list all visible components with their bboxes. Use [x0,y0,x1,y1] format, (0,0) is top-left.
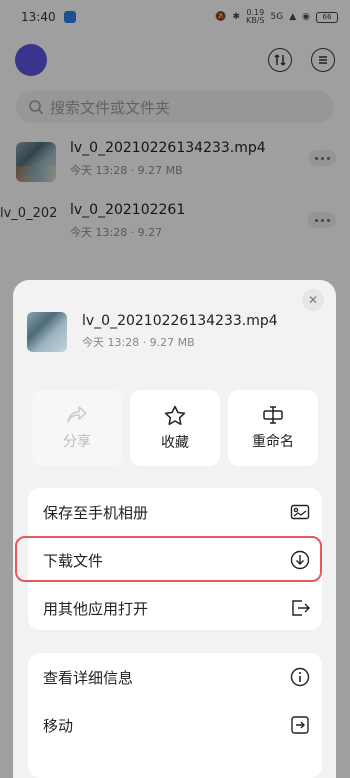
move-item[interactable]: 移动 [28,701,322,749]
sheet-file-name: lv_0_20210226134233.mp4 [82,313,278,329]
rename-icon [263,406,283,424]
move-icon [291,716,309,734]
star-icon [164,405,186,425]
share-button[interactable]: 分享 [32,390,122,466]
share-label: 分享 [63,434,91,450]
favorite-button[interactable]: 收藏 [130,390,220,466]
menu-item-label: 移动 [43,716,74,735]
menu-item-label: 用其他应用打开 [43,599,149,618]
close-button[interactable]: ✕ [302,289,324,311]
menu-item-label: 查看详细信息 [43,668,134,687]
info-icon [290,667,310,687]
album-icon [290,504,310,520]
menu-group-primary: 保存至手机相册 下载文件 用其他应用打开 [28,488,322,630]
video-thumbnail [27,312,67,352]
view-details-item[interactable]: 查看详细信息 [28,653,322,701]
open-with-other-app-item[interactable]: 用其他应用打开 [28,584,322,630]
favorite-label: 收藏 [161,434,189,451]
download-file-item[interactable]: 下载文件 [28,536,322,584]
download-icon [290,550,310,570]
rename-label: 重命名 [252,434,294,450]
share-icon [67,406,87,423]
menu-item-label: 下载文件 [43,551,104,570]
save-to-album-item[interactable]: 保存至手机相册 [28,488,322,536]
open-external-icon [292,600,310,616]
rename-button[interactable]: 重命名 [228,390,318,466]
close-icon: ✕ [307,293,319,307]
file-action-sheet: ✕ lv_0_20210226134233.mp4 今天 13:28 · 9.2… [13,280,336,778]
menu-item-label: 保存至手机相册 [43,503,149,522]
sheet-file-meta: 今天 13:28 · 9.27 MB [82,336,195,349]
menu-group-secondary: 查看详细信息 移动 [28,653,322,778]
